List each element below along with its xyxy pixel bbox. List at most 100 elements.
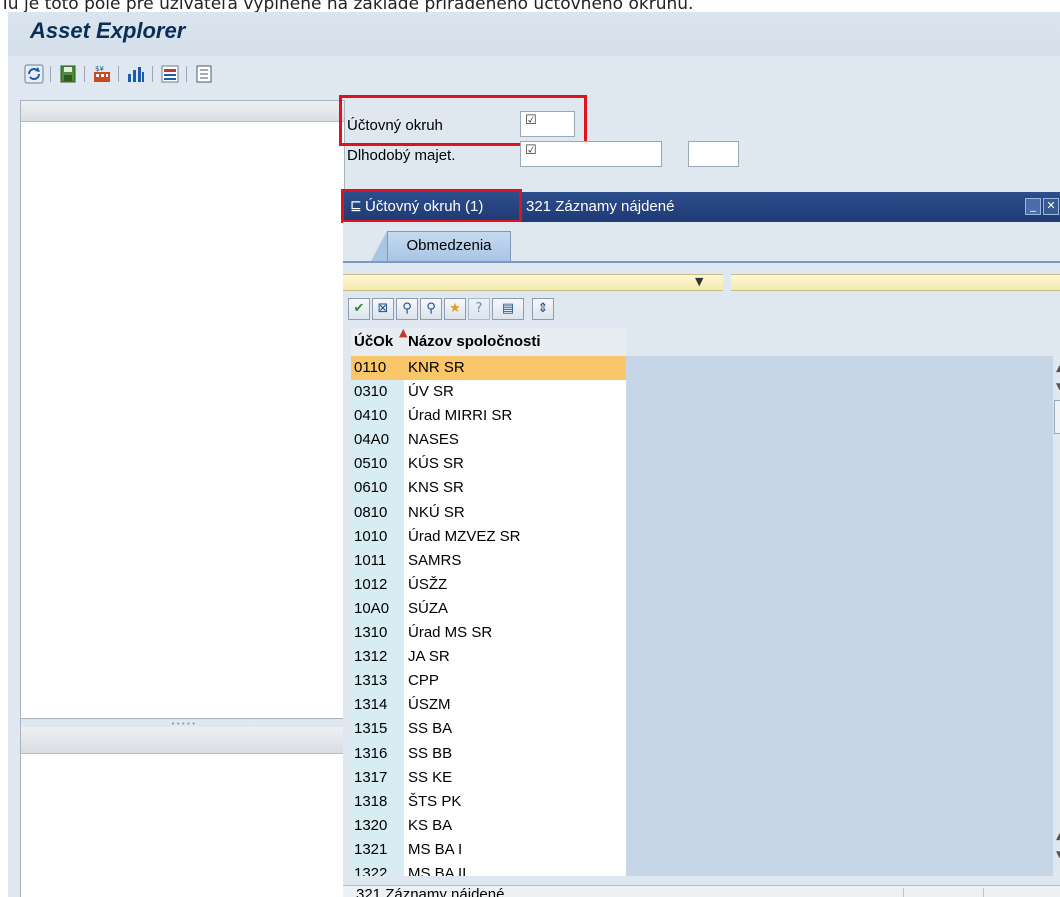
company-code-cell: 1011 — [354, 551, 387, 569]
list-row[interactable]: 1315 SS BA — [351, 717, 626, 741]
company-name-cell: MS BA I — [408, 840, 463, 858]
list-row[interactable]: 1320 KS BA — [351, 814, 626, 838]
app-title: Asset Explorer — [30, 18, 186, 43]
company-name-cell: Úrad MIRRI SR — [408, 407, 513, 425]
company-code-cell: 1314 — [354, 696, 388, 714]
find-icon[interactable]: ⚲ — [396, 298, 418, 320]
list-row[interactable]: 1317 SS KE — [351, 766, 626, 790]
list-row[interactable]: 1318 ŠTS PK — [351, 790, 626, 814]
list-row[interactable]: 0310 ÚV SR — [351, 380, 626, 404]
company-name-cell: Úrad MS SR — [408, 624, 493, 642]
company-name-cell: KÚS SR — [408, 455, 464, 473]
company-name-cell: KNR SR — [408, 359, 465, 376]
company-code-cell: 0110 — [354, 359, 387, 376]
favorites-icon[interactable]: ★ — [444, 298, 466, 320]
company-code-cell: 1312 — [354, 648, 388, 666]
refresh-icon[interactable] — [24, 64, 44, 84]
highlight-company-code — [339, 95, 587, 146]
column-header-name[interactable]: Názov spoločnosti — [408, 333, 541, 350]
main-toolbar: $¥ — [8, 60, 1060, 90]
list-row[interactable]: 0810 NKÚ SR — [351, 501, 626, 525]
asset-subnumber-field[interactable] — [688, 141, 739, 167]
accept-icon[interactable]: ✔ — [348, 298, 370, 320]
company-code-cell: 0510 — [354, 455, 388, 473]
list-row[interactable]: 10A0 SÚZA — [351, 597, 626, 621]
company-code-cell: 0610 — [354, 479, 388, 497]
company-code-cell: 1321 — [354, 840, 388, 858]
list-row[interactable]: 0610 KNS SR — [351, 476, 626, 500]
company-code-cell: 10A0 — [354, 599, 390, 617]
asset-label: Dlhodobý majet. — [347, 147, 456, 164]
company-code-cell: 1320 — [354, 816, 388, 834]
settings-icon[interactable] — [160, 64, 180, 84]
list-row[interactable]: 1313 CPP — [351, 669, 626, 693]
tree-header — [21, 101, 344, 122]
company-code-cell: 1310 — [354, 624, 388, 642]
company-name-cell: ÚSŽZ — [408, 575, 448, 593]
company-name-cell: JA SR — [408, 648, 450, 666]
cancel-icon[interactable]: ⊠ — [372, 298, 394, 320]
company-name-cell: NASES — [408, 431, 459, 449]
asset-field[interactable]: ☑ — [520, 141, 662, 167]
help-icon[interactable]: ? — [468, 298, 490, 320]
list-rows: 0110 KNR SR 0310 ÚV SR 0410 Úrad MIRRI SR 04A0… — [351, 356, 626, 876]
chart-icon[interactable] — [126, 64, 146, 84]
tab-restrictions[interactable]: Obmedzenia — [387, 231, 511, 261]
close-icon[interactable]: ✕ — [1043, 198, 1059, 215]
print-icon[interactable]: ▤ — [492, 298, 524, 320]
list-row[interactable]: 04A0 NASES — [351, 428, 626, 452]
company-name-cell: SÚZA — [408, 599, 449, 617]
list-row[interactable]: 0410 Úrad MIRRI SR — [351, 404, 626, 428]
list-row[interactable]: 1316 SS BB — [351, 742, 626, 766]
company-name-cell: ÚSZM — [408, 696, 451, 714]
list-row[interactable]: 1322 MS BA II — [351, 862, 626, 876]
company-code-cell: 0410 — [354, 407, 388, 425]
list-row[interactable]: 0510 KÚS SR — [351, 452, 626, 476]
list-icon[interactable] — [194, 64, 214, 84]
sap-window: Asset Explorer $¥ ••••• Účtovný okruh ☑ … — [8, 12, 1060, 897]
search-help-icon[interactable]: ☑ — [525, 143, 537, 158]
save-icon[interactable] — [58, 64, 78, 84]
list-row[interactable]: 1312 JA SR — [351, 645, 626, 669]
company-code-cell: 04A0 — [354, 431, 390, 449]
result-list: ÚčOk ▲ Názov spoločnosti 0110 KNR SR 0310 Ú… — [351, 326, 1060, 897]
calculation-icon[interactable]: $¥ — [92, 64, 112, 84]
company-code-cell: 1315 — [354, 720, 388, 738]
vertical-scrollbar[interactable]: ▲ ▼ ▲ ▼ — [1053, 356, 1060, 876]
company-name-cell: SAMRS — [408, 551, 462, 569]
find-next-icon[interactable]: ⚲ — [420, 298, 442, 320]
collapse-arrow-icon[interactable]: ▼ — [695, 275, 703, 288]
tree-header-lower — [21, 727, 344, 754]
restrictions-collapse-bar[interactable]: ▼ — [343, 274, 1060, 291]
list-row[interactable]: 1314 ÚSZM — [351, 693, 626, 717]
company-name-cell: SS BB — [408, 744, 453, 762]
list-row[interactable]: 1321 MS BA I — [351, 838, 626, 862]
company-name-cell: ŠTS PK — [408, 792, 462, 810]
title-bar: Asset Explorer — [8, 12, 1060, 56]
company-code-cell: 1313 — [354, 672, 388, 690]
column-settings-icon[interactable]: ⇕ — [532, 298, 554, 320]
list-toolbar: ✔ ⊠ ⚲ ⚲ ★ ? ▤ ⇕ — [348, 298, 648, 324]
company-code-cell: 1316 — [354, 744, 388, 762]
list-row[interactable]: 1012 ÚSŽZ — [351, 573, 626, 597]
list-row[interactable]: 1310 Úrad MS SR — [351, 621, 626, 645]
company-code-cell: 1012 — [354, 575, 388, 593]
company-code-cell: 0310 — [354, 383, 388, 401]
column-header-code[interactable]: ÚčOk — [354, 333, 393, 350]
minimize-icon[interactable]: _ — [1025, 198, 1041, 215]
list-row[interactable]: 0110 KNR SR — [351, 356, 626, 381]
company-code-cell: 1322 — [354, 864, 388, 876]
company-name-cell: NKÚ SR — [408, 503, 465, 521]
svg-text:$¥: $¥ — [95, 65, 104, 73]
company-code-cell: 0810 — [354, 503, 388, 521]
company-code-cell: 1318 — [354, 792, 388, 810]
status-text: 321 Záznamy nájdené — [356, 886, 505, 897]
highlight-popup-title — [341, 189, 522, 223]
company-code-cell: 1010 — [354, 527, 388, 545]
list-row[interactable]: 1010 Úrad MZVEZ SR — [351, 525, 626, 549]
list-row[interactable]: 1011 SAMRS — [351, 549, 626, 573]
company-name-cell: ÚV SR — [408, 383, 454, 401]
company-name-cell: SS KE — [408, 768, 453, 786]
company-name-cell: MS BA II — [408, 864, 467, 876]
list-header: ÚčOk ▲ Názov spoločnosti — [351, 326, 626, 357]
